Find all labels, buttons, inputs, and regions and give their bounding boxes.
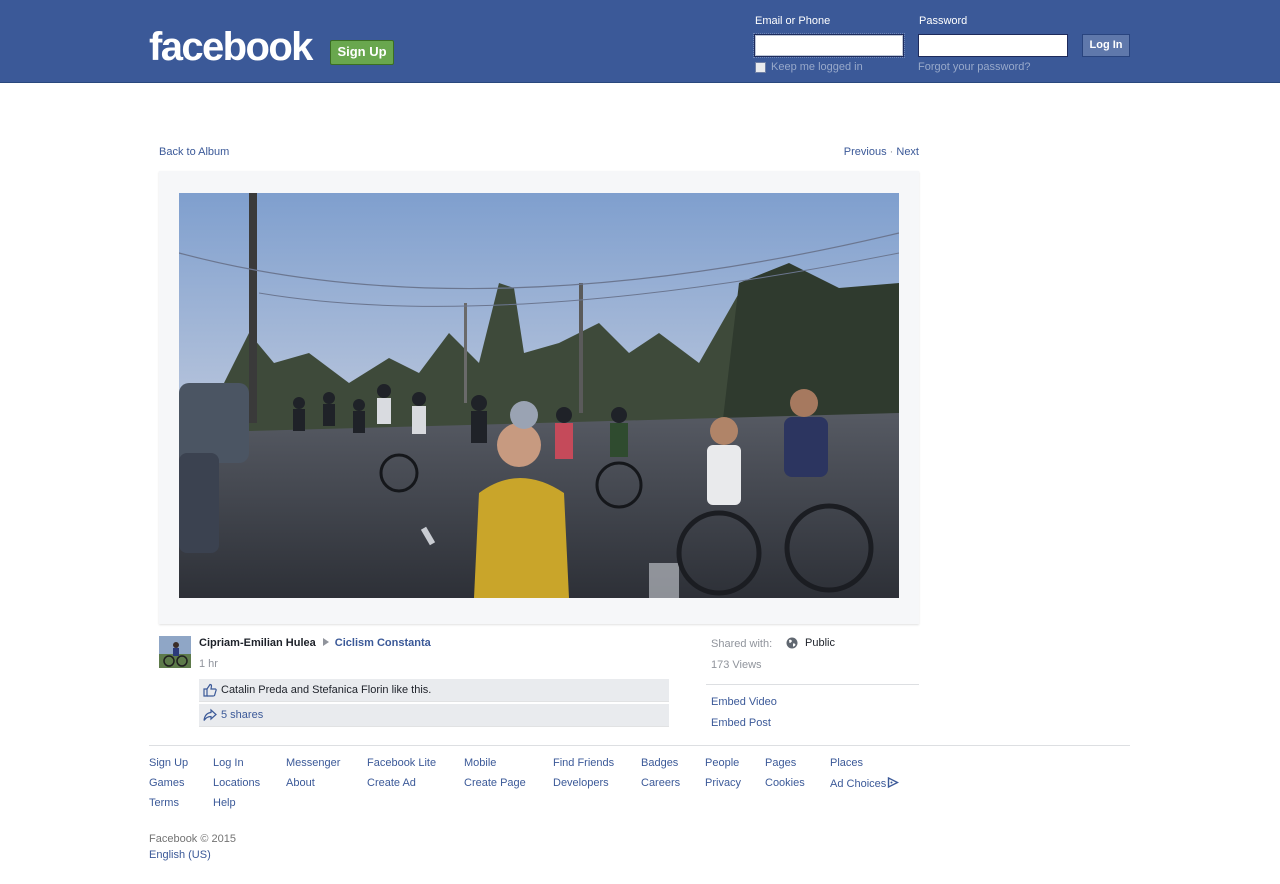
email-input[interactable] [753, 33, 905, 58]
sidebar-divider [706, 684, 919, 685]
facebook-logo[interactable]: facebook [149, 25, 313, 69]
footer-link-sign-up[interactable]: Sign Up [149, 757, 188, 769]
footer-link-facebook-lite[interactable]: Facebook Lite [367, 757, 436, 769]
footer-link-ad-choices[interactable]: Ad Choices [830, 778, 886, 790]
video-frame-image [179, 193, 899, 598]
language-link[interactable]: English (US) [149, 849, 211, 861]
footer-link-careers[interactable]: Careers [641, 777, 680, 789]
author-name-link[interactable]: Cipriam-Emilian Hulea [199, 637, 316, 649]
footer-link-privacy[interactable]: Privacy [705, 777, 741, 789]
globe-icon [786, 637, 798, 649]
footer-link-terms[interactable]: Terms [149, 797, 179, 809]
arrow-right-icon [322, 638, 329, 646]
footer-link-create-ad[interactable]: Create Ad [367, 777, 416, 789]
footer-link-log-in[interactable]: Log In [213, 757, 244, 769]
password-input[interactable] [918, 34, 1068, 57]
media-stage [159, 171, 919, 624]
footer-link-mobile[interactable]: Mobile [464, 757, 496, 769]
footer-link-developers[interactable]: Developers [553, 777, 609, 789]
footer-link-badges[interactable]: Badges [641, 757, 678, 769]
post-timestamp[interactable]: 1 hr [199, 658, 218, 670]
share-arrow-icon[interactable] [203, 708, 217, 722]
shares-link[interactable]: 5 shares [221, 709, 263, 721]
footer-divider [149, 745, 1130, 746]
author-avatar[interactable] [159, 636, 191, 668]
password-label: Password [919, 15, 968, 27]
nav-separator: · [886, 146, 897, 158]
ad-choices-icon [888, 777, 900, 788]
footer-link-messenger[interactable]: Messenger [286, 757, 340, 769]
author-line: Cipriam-Emilian Hulea Ciclism Constanta [199, 637, 431, 649]
privacy-label: Public [805, 637, 835, 649]
footer-link-cookies[interactable]: Cookies [765, 777, 805, 789]
footer-link-pages[interactable]: Pages [765, 757, 796, 769]
footer-link-places[interactable]: Places [830, 757, 863, 769]
likes-text[interactable]: Catalin Preda and Stefanica Florin like … [221, 684, 431, 696]
back-to-album-link[interactable]: Back to Album [159, 146, 229, 158]
video-player[interactable] [179, 193, 899, 598]
log-in-button[interactable]: Log In [1082, 34, 1130, 57]
email-label: Email or Phone [755, 15, 831, 27]
footer-link-games[interactable]: Games [149, 777, 184, 789]
thumbs-up-icon[interactable] [203, 683, 217, 697]
shares-row: 5 shares [199, 704, 669, 727]
shared-with-label: Shared with: [711, 638, 773, 650]
keep-logged-in-label[interactable]: Keep me logged in [771, 61, 863, 73]
likes-row: Catalin Preda and Stefanica Florin like … [199, 679, 669, 702]
copyright-text: Facebook © 2015 [149, 833, 236, 845]
footer-link-people[interactable]: People [705, 757, 739, 769]
footer-link-ad-choices-wrap[interactable]: Ad Choices [830, 777, 900, 790]
prev-next-nav: Previous · Next [844, 146, 919, 158]
album-name-link[interactable]: Ciclism Constanta [335, 637, 431, 649]
embed-video-link[interactable]: Embed Video [711, 696, 777, 708]
footer-link-about[interactable]: About [286, 777, 315, 789]
embed-post-link[interactable]: Embed Post [711, 717, 771, 729]
footer-link-create-page[interactable]: Create Page [464, 777, 526, 789]
top-bar: facebook Sign Up Email or Phone Password… [0, 0, 1280, 83]
previous-link[interactable]: Previous [844, 146, 887, 158]
view-count: 173 Views [711, 659, 762, 671]
sign-up-button[interactable]: Sign Up [330, 40, 394, 65]
next-link[interactable]: Next [896, 146, 919, 158]
footer-link-help[interactable]: Help [213, 797, 236, 809]
footer-link-find-friends[interactable]: Find Friends [553, 757, 614, 769]
forgot-password-link[interactable]: Forgot your password? [918, 61, 1031, 73]
keep-logged-in-checkbox[interactable] [755, 62, 766, 73]
footer-link-locations[interactable]: Locations [213, 777, 260, 789]
